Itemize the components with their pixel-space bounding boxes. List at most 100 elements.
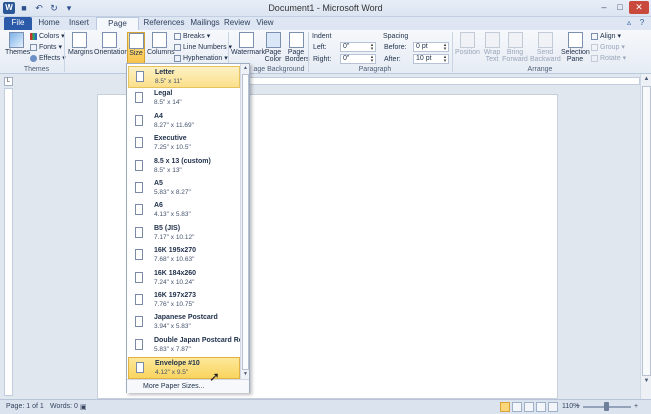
scroll-down-icon[interactable]: ▼: [642, 377, 651, 386]
indent-left-value: 0": [343, 43, 350, 50]
paper-size-item[interactable]: B5 (JIS) 7.17" x 10.12": [128, 223, 240, 245]
print-layout-view-icon[interactable]: [500, 402, 510, 412]
position-button[interactable]: Position: [455, 32, 480, 65]
zoom-slider-knob[interactable]: [604, 402, 609, 411]
zoom-in-icon[interactable]: +: [634, 403, 638, 410]
help-icon[interactable]: ?: [637, 18, 647, 28]
paper-size-item[interactable]: A4 8.27" x 11.69": [128, 111, 240, 133]
tab-review[interactable]: Review: [224, 17, 250, 30]
tab-home[interactable]: Home: [36, 17, 62, 30]
scroll-down-icon[interactable]: ▼: [241, 370, 250, 379]
paper-size-item[interactable]: Japanese Postcard 3.94" x 5.83": [128, 312, 240, 334]
hyphenation-button[interactable]: Hyphenation ▾: [174, 54, 228, 63]
paper-size-item[interactable]: A5 5.83" x 8.27": [128, 178, 240, 200]
paper-size-item[interactable]: Letter 8.5" x 11": [128, 66, 240, 88]
fonts-label: Fonts: [39, 44, 57, 51]
paper-size-dimensions: 7.24" x 10.24": [154, 278, 195, 286]
tab-page-layout[interactable]: Page Layout: [96, 17, 139, 40]
align-button[interactable]: Align ▾: [591, 32, 621, 41]
columns-button[interactable]: Columns: [147, 32, 175, 65]
spinner-arrows-icon[interactable]: ▴ ▾: [442, 55, 448, 64]
paper-size-item[interactable]: Double Japan Postcard Rotated5.83" x 7.8…: [128, 335, 240, 357]
size-button[interactable]: Size: [127, 32, 145, 65]
word-count[interactable]: Words: 0: [50, 403, 78, 410]
scrollbar-thumb[interactable]: [642, 86, 651, 376]
paper-size-name: Japanese Postcard: [154, 314, 218, 322]
paper-size-item[interactable]: 16K 197x273 7.76" x 10.75": [128, 290, 240, 312]
paper-size-item[interactable]: Envelope #10 4.12" x 9.5": [128, 357, 240, 379]
dropdown-scrollbar[interactable]: ▲ ▼: [240, 64, 249, 379]
tab-file[interactable]: File: [4, 17, 32, 30]
indent-left-input[interactable]: 0" ▴ ▾: [340, 42, 376, 52]
indent-right-label: Right:: [313, 56, 332, 63]
scroll-up-icon[interactable]: ▲: [241, 64, 250, 73]
effects-button[interactable]: Effects ▾: [30, 54, 66, 63]
vertical-ruler[interactable]: [4, 88, 13, 396]
paper-size-item[interactable]: A6 4.13" x 5.83": [128, 200, 240, 222]
page-borders-button[interactable]: Page Borders: [285, 32, 310, 65]
spacing-after-input[interactable]: 10 pt ▴ ▾: [413, 54, 449, 64]
spinner-arrows-icon[interactable]: ▴ ▾: [369, 43, 375, 52]
selection-pane-button[interactable]: Selection Pane: [561, 32, 590, 65]
horizontal-ruler[interactable]: [248, 77, 640, 85]
minimize-icon[interactable]: –: [597, 1, 611, 14]
tab-mailings[interactable]: Mailings: [188, 17, 222, 30]
tab-view[interactable]: View: [254, 17, 276, 30]
themes-button[interactable]: Themes: [5, 32, 30, 65]
indent-left-label: Left:: [313, 44, 327, 51]
watermark-button[interactable]: Watermark: [231, 32, 265, 65]
paper-size-name: Double Japan Postcard Rotated: [154, 336, 240, 344]
zoom-out-icon[interactable]: −: [576, 403, 580, 410]
ribbon-tabs: File Home Insert Page Layout References …: [0, 17, 651, 40]
tab-insert[interactable]: Insert: [66, 17, 92, 30]
spinner-arrows-icon[interactable]: ▴ ▾: [369, 55, 375, 64]
dropdown-scrollbar-thumb[interactable]: [242, 74, 249, 370]
orientation-button[interactable]: Orientation: [94, 32, 128, 65]
ribbon-help-controls: ▵ ?: [624, 18, 647, 28]
draft-view-icon[interactable]: [548, 402, 558, 412]
send-backward-button[interactable]: Send Backward: [530, 32, 561, 65]
paper-size-dimensions: 3.94" x 5.83": [154, 323, 191, 331]
colors-button[interactable]: Colors ▾: [30, 32, 65, 41]
close-icon[interactable]: ✕: [629, 1, 649, 14]
paper-size-item[interactable]: Executive 7.25" x 10.5": [128, 133, 240, 155]
proofing-icon[interactable]: ▣: [80, 403, 87, 411]
maximize-icon[interactable]: □: [613, 1, 627, 14]
group-objects-button[interactable]: Group ▾: [591, 43, 625, 52]
outline-view-icon[interactable]: [536, 402, 546, 412]
line-numbers-icon: [174, 43, 181, 51]
minimize-ribbon-icon[interactable]: ▵: [624, 18, 634, 28]
paper-size-item[interactable]: 16K 195x270 7.68" x 10.63": [128, 245, 240, 267]
send-backward-label: Send Backward: [530, 49, 561, 63]
vertical-scrollbar[interactable]: ▲ ▼: [640, 74, 651, 399]
fonts-button[interactable]: Fonts ▾: [30, 43, 62, 52]
tab-selector-icon[interactable]: L: [4, 77, 13, 86]
spacing-before-input[interactable]: 0 pt ▴ ▾: [413, 42, 449, 52]
group-objects-label: Group: [600, 44, 620, 51]
margins-button[interactable]: Margins: [68, 32, 93, 65]
page-size-icon: [135, 159, 143, 171]
full-screen-reading-view-icon[interactable]: [512, 402, 522, 412]
page-size-icon: [135, 249, 143, 261]
rotate-button[interactable]: Rotate ▾: [591, 54, 626, 63]
paper-size-item[interactable]: 16K 184x260 7.24" x 10.24": [128, 268, 240, 290]
spinner-arrows-icon[interactable]: ▴ ▾: [442, 43, 448, 52]
breaks-button[interactable]: Breaks ▾: [174, 32, 210, 41]
tab-references[interactable]: References: [143, 17, 185, 30]
paper-size-name: Envelope #10: [155, 360, 200, 368]
line-numbers-button[interactable]: Line Numbers ▾: [174, 43, 232, 52]
more-paper-sizes-item[interactable]: More Paper Sizes...: [127, 379, 249, 393]
indent-right-input[interactable]: 0" ▴ ▾: [340, 54, 376, 64]
paper-size-item[interactable]: 8.5 x 13 (custom) 8.5" x 13": [128, 156, 240, 178]
wrap-text-button[interactable]: Wrap Text: [481, 32, 503, 65]
scroll-up-icon[interactable]: ▲: [642, 75, 651, 84]
page-color-button[interactable]: Page Color: [262, 32, 284, 65]
web-layout-view-icon[interactable]: [524, 402, 534, 412]
paper-size-item[interactable]: Legal 8.5" x 14": [128, 88, 240, 110]
page-count[interactable]: Page: 1 of 1: [6, 403, 44, 410]
selection-pane-icon: [567, 32, 583, 48]
effects-label: Effects: [39, 55, 61, 62]
page-size-icon: [135, 226, 143, 238]
paper-size-name: Letter: [155, 69, 175, 76]
bring-forward-button[interactable]: Bring Forward: [502, 32, 528, 65]
